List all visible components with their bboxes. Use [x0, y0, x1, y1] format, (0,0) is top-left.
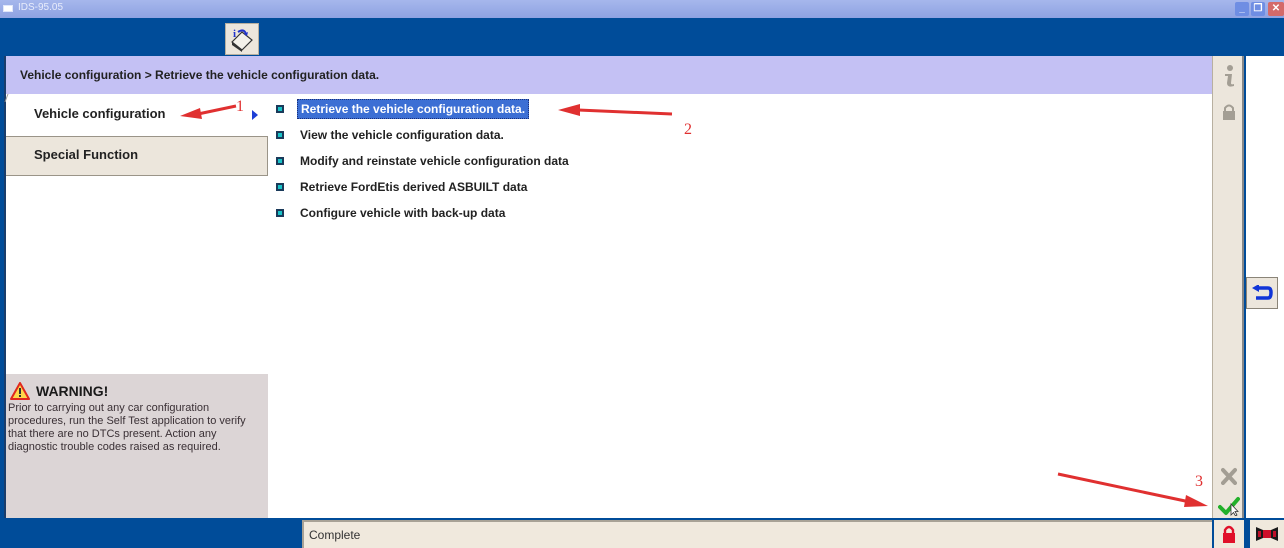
menu-item-label: View the vehicle configuration data.: [300, 128, 504, 142]
tab-label: Special Function: [34, 147, 139, 162]
active-tab-pointer-icon: [252, 110, 258, 120]
action-sidebar: [1212, 56, 1244, 518]
menu-item-label: Configure vehicle with back-up data: [300, 206, 506, 220]
function-menu: Retrieve the vehicle configuration data.…: [276, 96, 572, 226]
vci-connection-button[interactable]: [1250, 520, 1284, 548]
bullet-icon: [276, 131, 284, 139]
breadcrumb: Vehicle configuration > Retrieve the veh…: [6, 56, 1214, 94]
info-button[interactable]: [1215, 62, 1243, 90]
tab-label: Vehicle configuration: [34, 106, 166, 121]
tab-vehicle-configuration[interactable]: Vehicle configuration: [6, 94, 268, 132]
warning-text: Prior to carrying out any car configurat…: [8, 402, 246, 453]
svg-text:i: i: [233, 28, 236, 40]
status-bar: Complete: [0, 518, 1284, 548]
menu-item-view-config[interactable]: View the vehicle configuration data.: [276, 122, 572, 148]
window-title: IDS-95.05: [18, 2, 64, 13]
bullet-icon: [276, 105, 284, 113]
annotation-label-3: 3: [1195, 473, 1203, 490]
main-panel: Vehicle configuration > Retrieve the veh…: [4, 56, 1214, 518]
menu-item-modify-reinstate[interactable]: Modify and reinstate vehicle configurati…: [276, 148, 572, 174]
menu-item-configure-backup[interactable]: Configure vehicle with back-up data: [276, 200, 572, 226]
status-text: Complete: [302, 520, 1212, 548]
menu-item-label: Modify and reinstate vehicle configurati…: [300, 154, 569, 168]
bullet-icon: [276, 183, 284, 191]
cancel-icon: [1221, 468, 1237, 485]
bullet-icon: [276, 209, 284, 217]
warning-box: WARNING! Prior to carrying out any car c…: [6, 374, 268, 518]
lock-icon: [1223, 104, 1235, 120]
tick-icon: [1218, 497, 1240, 516]
menu-item-label: Retrieve the vehicle configuration data.: [297, 99, 530, 119]
menu-item-retrieve-asbuilt[interactable]: Retrieve FordEtis derived ASBUILT data: [276, 174, 572, 200]
tab-special-function[interactable]: Special Function: [6, 136, 268, 176]
info-book-button[interactable]: i: [225, 23, 259, 55]
security-lock-button[interactable]: [1214, 520, 1244, 548]
menu-item-retrieve-config[interactable]: Retrieve the vehicle configuration data.: [276, 96, 572, 122]
info-icon: [1225, 65, 1234, 87]
restore-button[interactable]: ❐: [1251, 2, 1265, 16]
warning-title: WARNING!: [36, 383, 109, 399]
red-lock-icon: [1223, 525, 1235, 543]
close-button[interactable]: ✕: [1268, 2, 1284, 16]
lock-button[interactable]: [1215, 98, 1243, 126]
annotation-label-1: 1: [236, 98, 244, 115]
bullet-icon: [276, 157, 284, 165]
warning-icon: [10, 382, 30, 400]
cancel-button[interactable]: [1215, 462, 1243, 490]
app-icon: [3, 5, 13, 12]
title-bar: IDS-95.05 _ ❐ ✕: [0, 0, 1284, 18]
back-button[interactable]: [1246, 277, 1278, 309]
vci-connection-icon: [1256, 527, 1278, 541]
top-toolbar: i: [0, 18, 1284, 56]
info-book-icon: i: [231, 28, 253, 52]
annotation-label-2: 2: [684, 121, 692, 138]
back-arrow-icon: [1252, 285, 1273, 300]
right-strip: [1246, 56, 1284, 518]
menu-item-label: Retrieve FordEtis derived ASBUILT data: [300, 180, 528, 194]
minimize-button[interactable]: _: [1235, 2, 1249, 16]
confirm-button[interactable]: [1215, 492, 1243, 520]
